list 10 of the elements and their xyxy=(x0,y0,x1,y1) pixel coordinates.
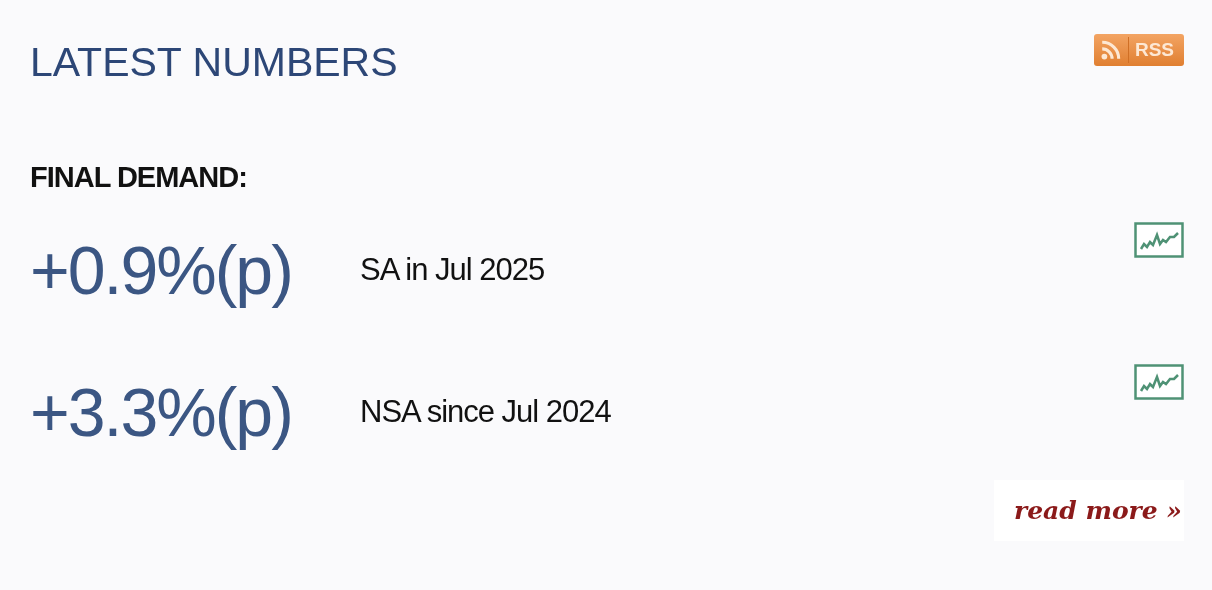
stat-description: SA in Jul 2025 xyxy=(360,252,546,289)
read-more-link[interactable]: read more » xyxy=(994,480,1184,542)
chart-icon[interactable] xyxy=(1134,364,1184,401)
stat-description: NSA since Jul 2024 xyxy=(360,394,612,431)
stat-value: +0.9%(p) xyxy=(30,231,293,310)
stat-value: +3.3%(p) xyxy=(30,373,293,452)
chart-icon[interactable] xyxy=(1134,222,1184,259)
section-title: LATEST NUMBERS xyxy=(30,40,398,86)
section-heading: FINAL DEMAND: xyxy=(30,161,248,195)
feed-icon xyxy=(1099,39,1122,61)
